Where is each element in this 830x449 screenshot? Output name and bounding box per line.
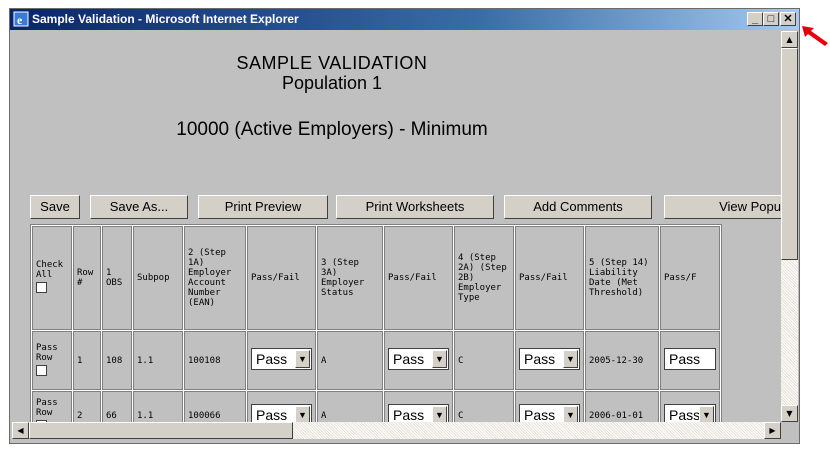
employer-status-cell: A	[317, 391, 383, 422]
internet-explorer-icon: e	[13, 11, 29, 27]
pass-fail-header: Pass/Fail	[515, 226, 584, 330]
scroll-down-button[interactable]: ▼	[781, 405, 798, 422]
table-row: Pass Row 1 108 1.1 100108 Pass ▼ A Pass ▼ …	[32, 331, 720, 390]
scroll-up-button[interactable]: ▲	[781, 31, 798, 48]
dropdown-arrow-icon[interactable]: ▼	[295, 350, 310, 368]
pass-fail-select[interactable]: Pass ▼	[664, 403, 716, 422]
title-bar[interactable]: e Sample Validation - Microsoft Internet…	[10, 9, 799, 30]
employer-type-cell: C	[454, 391, 514, 422]
obs-header: 1 OBS	[102, 226, 132, 330]
close-button[interactable]: ✕	[780, 12, 796, 26]
pass-fail-select[interactable]: Pass ▼	[251, 348, 312, 370]
dropdown-arrow-icon[interactable]: ▼	[699, 405, 714, 422]
ean-cell: 100108	[184, 331, 246, 390]
pass-row-checkbox[interactable]	[36, 364, 47, 376]
page-content: SAMPLE VALIDATION Population 1 10000 (Ac…	[12, 31, 781, 422]
row-number-header: Row #	[73, 226, 101, 330]
scroll-right-button[interactable]: ▶	[764, 422, 781, 439]
ean-header: 2 (Step 1A) Employer Account Number (EAN…	[184, 226, 246, 330]
population-subtitle: 10000 (Active Employers) - Minimum	[176, 119, 488, 140]
pass-fail-cell: Pass	[660, 331, 720, 390]
pass-fail-header: Pass/F	[660, 226, 720, 330]
employer-status-header: 3 (Step 3A) Employer Status	[317, 226, 383, 330]
row-number-cell: 1	[73, 331, 101, 390]
liability-date-cell: 2006-01-01	[585, 391, 659, 422]
dropdown-arrow-icon[interactable]: ▼	[432, 350, 447, 368]
vertical-scrollbar[interactable]: ▲	[781, 31, 798, 422]
employer-status-cell: A	[317, 331, 383, 390]
window-title: Sample Validation - Microsoft Internet E…	[32, 12, 299, 26]
pass-fail-cell: Pass ▼	[384, 331, 453, 390]
pass-fail-select[interactable]: Pass	[664, 348, 716, 370]
horizontal-scrollbar[interactable]: ◀ ▶	[12, 422, 781, 439]
obs-cell: 108	[102, 331, 132, 390]
employer-type-header: 4 (Step 2A) (Step 2B) Employer Type	[454, 226, 514, 330]
pass-fail-header: Pass/Fail	[247, 226, 316, 330]
pass-fail-header: Pass/Fail	[384, 226, 453, 330]
dropdown-arrow-icon[interactable]: ▼	[295, 405, 310, 422]
employer-type-cell: C	[454, 331, 514, 390]
liability-date-cell: 2005-12-30	[585, 331, 659, 390]
row-number-cell: 2	[73, 391, 101, 422]
pass-fail-cell: Pass ▼	[515, 391, 584, 422]
vertical-scroll-thumb[interactable]	[781, 48, 798, 260]
subpop-header: Subpop	[133, 226, 183, 330]
pass-fail-cell: Pass ▼	[515, 331, 584, 390]
check-all-checkbox[interactable]	[36, 282, 47, 293]
add-comments-button[interactable]: Add Comments	[504, 195, 652, 219]
dropdown-arrow-icon[interactable]: ▼	[563, 405, 578, 422]
subpop-cell: 1.1	[133, 331, 183, 390]
maximize-button[interactable]: □	[763, 12, 779, 26]
pass-fail-cell: Pass ▼	[384, 391, 453, 422]
red-arrow-icon	[802, 26, 828, 46]
check-all-header: Check All	[32, 226, 72, 330]
liability-date-header: 5 (Step 14) Liability Date (Met Threshol…	[585, 226, 659, 330]
svg-text:e: e	[17, 13, 23, 27]
pass-row-cell: Pass Row	[32, 391, 72, 422]
pass-fail-select[interactable]: Pass ▼	[251, 403, 312, 422]
dropdown-arrow-icon[interactable]: ▼	[563, 350, 578, 368]
validation-table: Check All Row # 1 OBS Subpop 2 (Step 1A)…	[30, 224, 722, 422]
pass-fail-select[interactable]: Pass ▼	[519, 348, 580, 370]
pass-fail-select[interactable]: Pass ▼	[388, 348, 449, 370]
table-header-row: Check All Row # 1 OBS Subpop 2 (Step 1A)…	[32, 226, 720, 330]
save-button[interactable]: Save	[30, 195, 80, 219]
pass-fail-cell: Pass ▼	[247, 391, 316, 422]
page-title: SAMPLE VALIDATION	[236, 53, 428, 73]
check-all-label: Check All	[36, 260, 64, 280]
pass-row-label: Pass Row	[36, 342, 58, 363]
dropdown-arrow-icon[interactable]: ▼	[432, 405, 447, 422]
table-row: Pass Row 2 66 1.1 100066 Pass ▼ A Pass ▼ C…	[32, 391, 720, 422]
ean-cell: 100066	[184, 391, 246, 422]
minimize-button[interactable]: _	[747, 12, 763, 26]
pass-fail-select[interactable]: Pass ▼	[519, 403, 580, 422]
print-worksheets-button[interactable]: Print Worksheets	[336, 195, 494, 219]
print-preview-button[interactable]: Print Preview	[198, 195, 328, 219]
save-as-button[interactable]: Save As...	[90, 195, 188, 219]
pass-row-cell: Pass Row	[32, 331, 72, 390]
scroll-left-button[interactable]: ◀	[12, 422, 29, 439]
obs-cell: 66	[102, 391, 132, 422]
horizontal-scroll-thumb[interactable]	[29, 422, 293, 439]
browser-window: e Sample Validation - Microsoft Internet…	[9, 8, 800, 444]
pass-fail-select[interactable]: Pass ▼	[388, 403, 449, 422]
pass-row-label: Pass Row	[36, 398, 58, 418]
view-population-button[interactable]: View Popu	[664, 195, 781, 219]
population-title: Population 1	[281, 73, 383, 93]
pass-fail-cell: Pass ▼	[247, 331, 316, 390]
pass-fail-cell: Pass ▼	[660, 391, 720, 422]
subpop-cell: 1.1	[133, 391, 183, 422]
